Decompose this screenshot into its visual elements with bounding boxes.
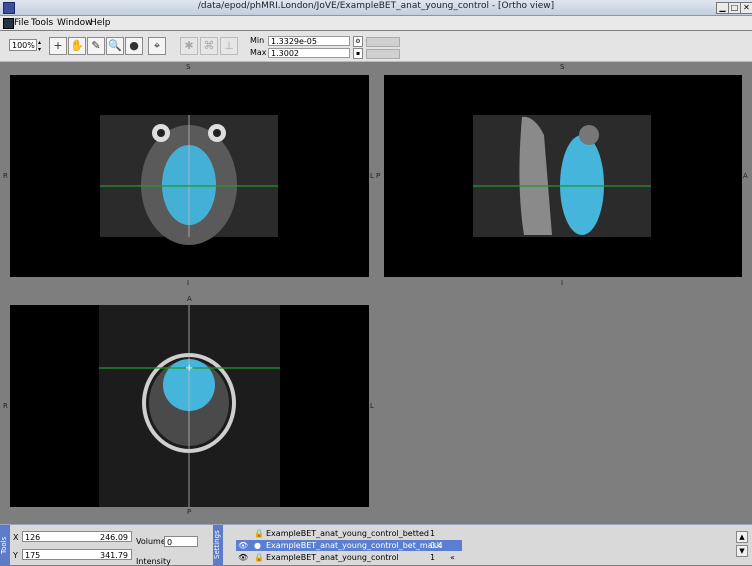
overlay-item[interactable]: 👁 🔒 ExampleBET_anat_young_control 1 « — [236, 552, 462, 563]
axes-tool-icon[interactable]: ⊥ — [220, 37, 238, 55]
app-icon — [3, 18, 14, 29]
center-cursor-icon[interactable]: ⌖ — [148, 37, 166, 55]
volume-input[interactable]: 0 — [164, 536, 198, 547]
axial-right-label: L — [370, 402, 374, 410]
svg-text:+: + — [185, 363, 193, 374]
coronal-image — [100, 115, 278, 245]
axial-image: + — [99, 305, 280, 507]
axial-left-label: R — [3, 402, 8, 410]
zoom-magnifier-icon[interactable]: 🔍 — [106, 37, 124, 55]
title-bar: /data/epod/phMRI.London/JoVE/ExampleBET_… — [0, 0, 752, 16]
zoom-stepper-icon[interactable]: ▴ ▾ — [38, 39, 41, 53]
coronal-bottom-label: I — [187, 279, 190, 287]
bottom-panel: Tools X 126 246.09 Y 175 341.79 Volume 0… — [0, 524, 752, 566]
x-mm-value: 246.09 — [100, 533, 128, 542]
min-slider[interactable] — [366, 37, 400, 47]
sagittal-top-label: S — [560, 63, 565, 71]
menu-help[interactable]: Help — [90, 18, 111, 28]
settings-tab[interactable]: Settings — [213, 525, 223, 565]
eye-icon[interactable]: 👁 — [238, 552, 248, 563]
sagittal-left-label: P — [376, 172, 381, 180]
menu-window[interactable]: Window — [57, 18, 93, 28]
pan-hand-icon[interactable]: ✋ — [68, 37, 86, 55]
min-input[interactable]: 1.3329e-05 — [268, 36, 350, 46]
overlay-opacity: 1 — [430, 529, 436, 538]
coronal-right-label: L — [370, 172, 374, 180]
volume-label: Volume — [136, 537, 166, 546]
toolbar: 100% ▴ ▾ + ✋ ✎ 🔍 ● ⌖ ✱ ⌘ ⊥ Min 1.3329e-05… — [0, 31, 752, 62]
min-stepper-icon[interactable]: ⚙ — [353, 36, 363, 47]
overlay-name: ExampleBET_anat_young_control — [266, 553, 399, 562]
lock-icon[interactable]: ▪ — [353, 48, 363, 59]
double-chevron-left-icon[interactable]: « — [450, 552, 455, 563]
sagittal-image — [473, 115, 651, 237]
move-up-button[interactable]: ▲ — [736, 531, 748, 543]
overlay-opacity: 1 — [430, 553, 436, 562]
fill-tool-icon[interactable]: ● — [125, 37, 143, 55]
sagittal-bottom-label: I — [561, 279, 564, 287]
overlay-item[interactable]: 🔒 ExampleBET_anat_young_control_betted 1 — [236, 528, 462, 539]
overlay-name: ExampleBET_anat_young_control_bet_mask — [266, 541, 442, 550]
x-voxel-value: 126 — [25, 533, 41, 542]
pencil-icon[interactable]: ✎ — [87, 37, 105, 55]
close-button[interactable]: ✕ — [740, 2, 752, 14]
coronal-top-label: S — [186, 63, 191, 71]
axial-top-label: A — [187, 295, 192, 303]
y-coordinate-field[interactable]: Y 175 341.79 — [13, 549, 132, 560]
coronal-view[interactable] — [10, 75, 369, 277]
axial-view[interactable]: + — [10, 305, 369, 507]
y-voxel-value: 175 — [25, 551, 41, 560]
sagittal-view[interactable] — [384, 75, 742, 277]
window-title: /data/epod/phMRI.London/JoVE/ExampleBET_… — [197, 1, 555, 11]
lock-icon[interactable]: 🔒 — [254, 528, 264, 539]
tools-tab[interactable]: Tools — [0, 525, 10, 565]
y-label: Y — [13, 551, 18, 560]
crosshair-move-icon[interactable]: + — [49, 37, 67, 55]
max-label: Max — [250, 48, 267, 57]
menu-bar: File Tools Window Help — [0, 16, 752, 30]
zoom-field[interactable]: 100% — [9, 39, 37, 51]
coronal-left-label: R — [3, 172, 8, 180]
max-input[interactable]: 1.3002 — [268, 48, 350, 58]
lock-icon[interactable]: 🔒 — [254, 552, 264, 563]
pin-tool-icon[interactable]: ⌘ — [200, 37, 218, 55]
eye-icon[interactable]: 👁 — [238, 540, 248, 551]
lock-icon[interactable]: ● — [254, 540, 261, 551]
x-coordinate-field[interactable]: X 126 246.09 — [13, 531, 132, 542]
overlay-opacity: 0.4 — [430, 541, 443, 550]
menu-tools[interactable]: Tools — [31, 18, 53, 28]
sagittal-right-label: A — [743, 172, 748, 180]
overlay-item-selected[interactable]: 👁 ● ExampleBET_anat_young_control_bet_ma… — [236, 540, 462, 551]
intensity-label: Intensity — [136, 557, 171, 566]
x-label: X — [13, 533, 19, 542]
menu-file[interactable]: File — [14, 18, 29, 28]
axial-bottom-label: P — [187, 508, 192, 516]
star-tool-icon[interactable]: ✱ — [180, 37, 198, 55]
move-down-button[interactable]: ▼ — [736, 545, 748, 557]
max-slider[interactable] — [366, 49, 400, 59]
y-mm-value: 341.79 — [100, 551, 128, 560]
overlay-name: ExampleBET_anat_young_control_betted — [266, 529, 429, 538]
min-label: Min — [250, 36, 265, 45]
